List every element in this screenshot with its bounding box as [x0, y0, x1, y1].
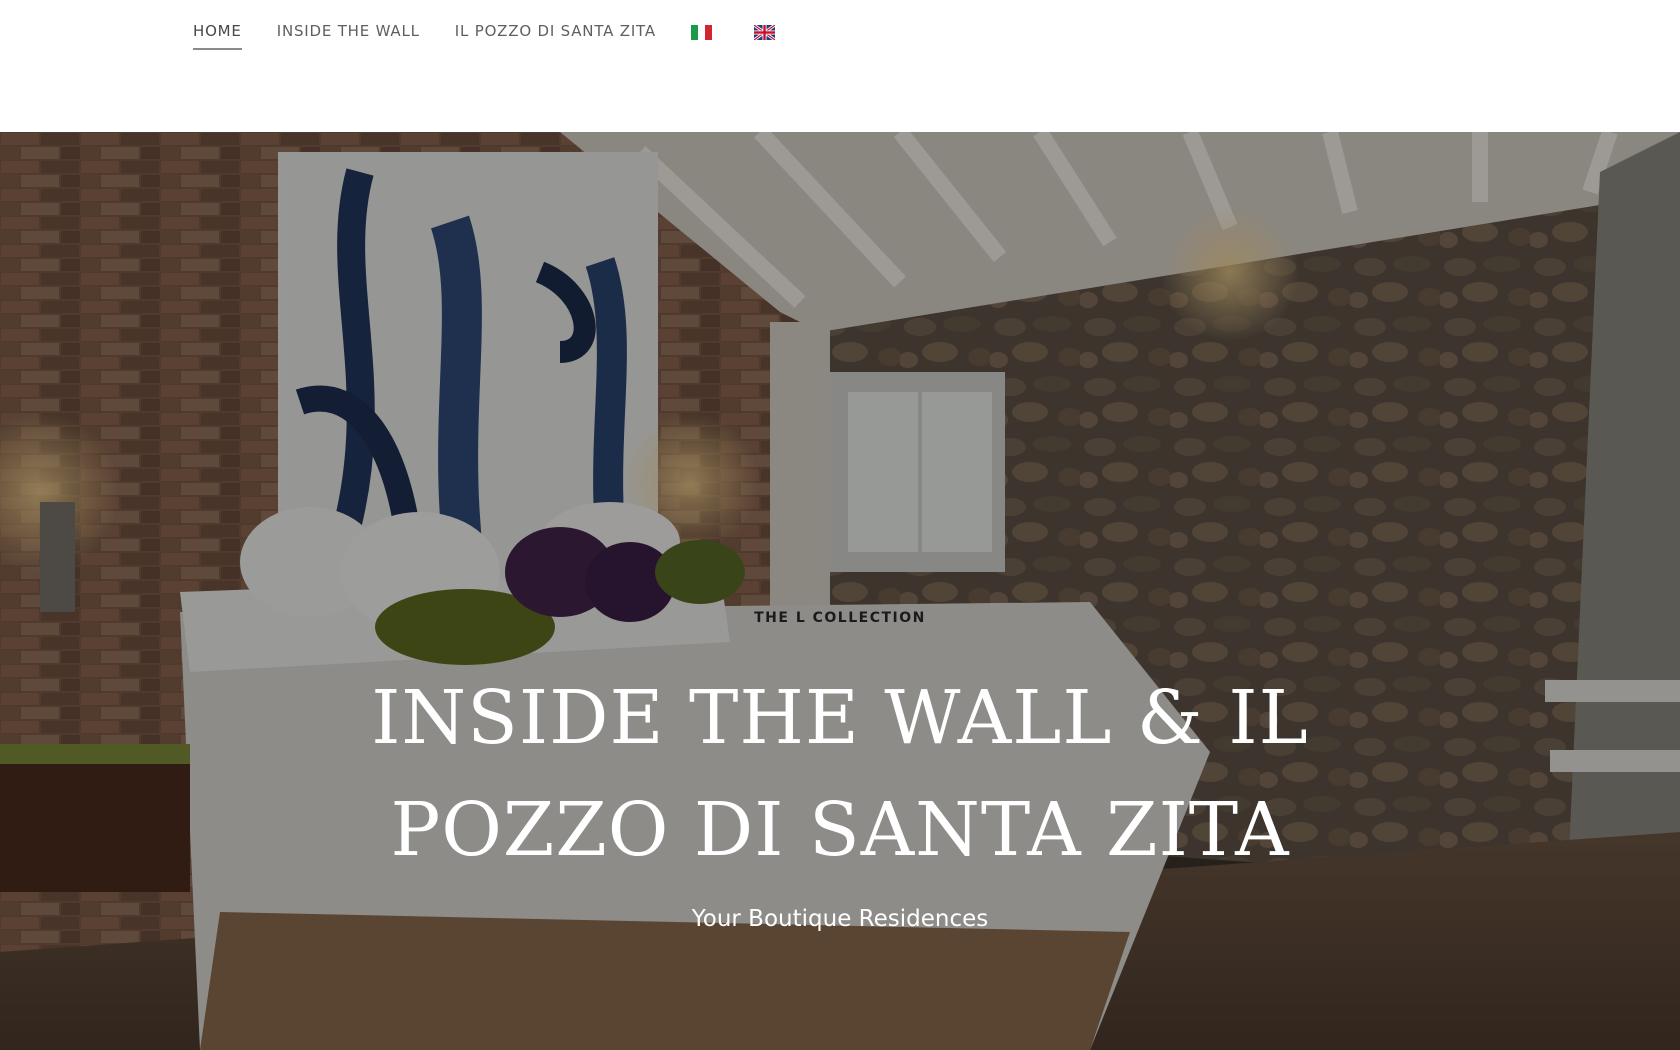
nav-item-inside-the-wall[interactable]: INSIDE THE WALL — [277, 22, 420, 50]
hero-text-block: THE L COLLECTION INSIDE THE WALL & IL PO… — [0, 132, 1680, 1050]
hero-subtitle: Your Boutique Residences — [691, 906, 989, 932]
nav-item-home[interactable]: HOME — [193, 22, 242, 50]
hero-section: THE L COLLECTION INSIDE THE WALL & IL PO… — [0, 132, 1680, 1050]
uk-flag-icon[interactable] — [753, 24, 775, 40]
italy-flag-icon[interactable] — [690, 24, 712, 40]
nav-item-il-pozzo-di-santa-zita[interactable]: IL POZZO DI SANTA ZITA — [455, 22, 656, 50]
main-navigation: HOME INSIDE THE WALL IL POZZO DI SANTA Z… — [193, 22, 817, 50]
hero-title: INSIDE THE WALL & IL POZZO DI SANTA ZITA — [371, 675, 1309, 873]
hero-eyebrow: THE L COLLECTION — [754, 610, 926, 626]
site-header: HOME INSIDE THE WALL IL POZZO DI SANTA Z… — [0, 0, 1680, 132]
